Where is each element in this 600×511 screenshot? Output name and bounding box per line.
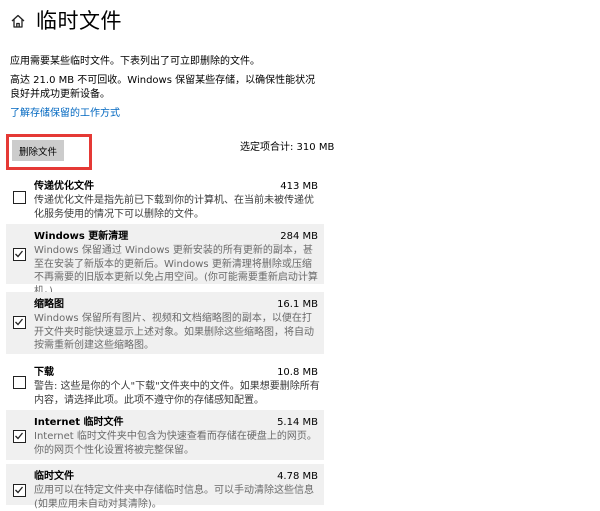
item-description: 传递优化文件是指先前已下载到你的计算机、在当前未被传递优化服务使用的情况下可以删… [34, 195, 314, 220]
list-item[interactable]: 临时文件 4.78 MB 应用可以在特定文件夹中存储临时信息。可以手动清除这些信… [6, 464, 324, 510]
list-item[interactable]: 传递优化文件 413 MB 传递优化文件是指先前已下载到你的计算机、在当前未被传… [6, 174, 324, 222]
page-title: 临时文件 [36, 9, 122, 33]
item-size: 10.8 MB [277, 367, 318, 378]
item-description: Internet 临时文件夹中包含为快速查看而存储在硬盘上的网页。你的网页个性化… [34, 431, 317, 456]
checkbox[interactable] [13, 316, 26, 329]
item-name: 传递优化文件 [34, 181, 94, 192]
checkbox[interactable] [13, 248, 26, 261]
checkmark-icon [15, 250, 24, 258]
page-header: 临时文件 [10, 6, 122, 36]
checkbox[interactable] [13, 430, 26, 443]
checkmark-icon [15, 318, 24, 326]
item-name: 下载 [34, 367, 54, 378]
home-icon[interactable] [10, 13, 26, 29]
item-size: 413 MB [280, 181, 318, 192]
list-item[interactable]: Windows 更新清理 284 MB Windows 保留通过 Windows… [6, 224, 324, 297]
item-name: Internet 临时文件 [34, 417, 124, 428]
item-description: Windows 保留通过 Windows 更新安装的所有更新的副本，甚至在安装了… [34, 245, 318, 297]
description-text: 应用需要某些临时文件。下表列出了可立即删除的文件。 [10, 56, 260, 67]
checkbox[interactable] [13, 376, 26, 389]
checkmark-icon [15, 432, 24, 440]
item-name: Windows 更新清理 [34, 231, 129, 242]
item-description: 应用可以在特定文件夹中存储临时信息。可以手动清除这些信息(如果应用未自动对其清除… [34, 485, 314, 510]
list-item[interactable]: 下载 10.8 MB 警告: 这些是你的个人"下载"文件夹中的文件。如果想要删除… [6, 360, 324, 406]
item-size: 16.1 MB [277, 299, 318, 310]
list-item[interactable]: 缩略图 16.1 MB Windows 保留所有图片、视频和文档缩略图的副本，以… [6, 292, 324, 354]
checkbox[interactable] [13, 191, 26, 204]
item-size: 5.14 MB [277, 417, 318, 428]
selected-total: 选定项合计: 310 MB [240, 142, 335, 153]
reserved-storage-text: 高达 21.0 MB 不可回收。Windows 保留某些存储，以确保性能状况良好… [10, 75, 316, 100]
item-description: Windows 保留所有图片、视频和文档缩略图的副本，以便在打开文件夹时能快速显… [34, 313, 314, 351]
learn-reserved-storage-link[interactable]: 了解存储保留的工作方式 [10, 107, 120, 121]
item-size: 284 MB [280, 231, 318, 242]
item-name: 临时文件 [34, 471, 74, 482]
checkbox[interactable] [13, 484, 26, 497]
list-item[interactable]: Internet 临时文件 5.14 MB Internet 临时文件夹中包含为… [6, 410, 324, 460]
item-name: 缩略图 [34, 299, 64, 310]
item-size: 4.78 MB [277, 471, 318, 482]
checkmark-icon [15, 486, 24, 494]
item-description: 警告: 这些是你的个人"下载"文件夹中的文件。如果想要删除所有内容，请选择此项。… [34, 381, 320, 406]
delete-files-button[interactable]: 删除文件 [12, 140, 64, 161]
